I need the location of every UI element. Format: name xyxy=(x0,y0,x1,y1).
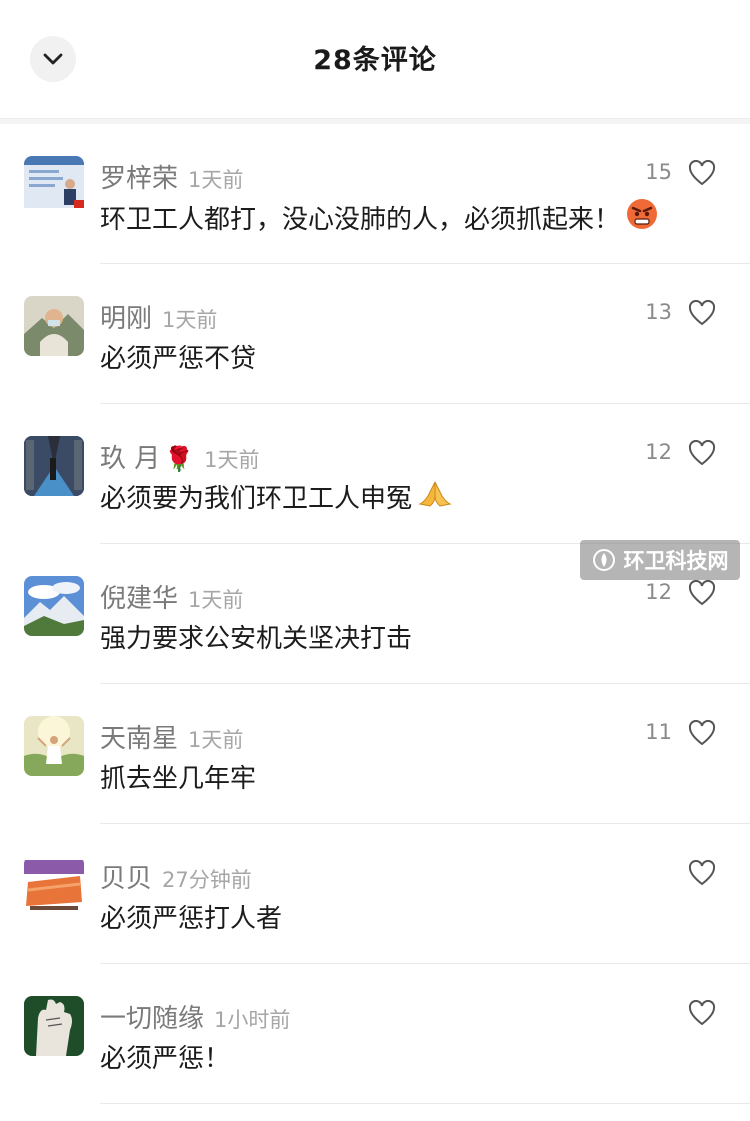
angry-face-emoji xyxy=(626,198,658,237)
page-title: 28条评论 xyxy=(313,45,437,76)
username[interactable]: 罗梓荣 xyxy=(100,158,178,195)
comment-text: 必须严惩打人者 xyxy=(100,898,282,935)
rose-emoji: 🌹 xyxy=(164,445,195,473)
comment-list: 罗梓荣 1天前 环卫工人都打，没心没肺的人，必须抓起来！ 15 明刚 1天前 必… xyxy=(0,124,750,1104)
heart-icon[interactable] xyxy=(688,580,716,606)
heart-icon[interactable] xyxy=(688,440,716,466)
avatar[interactable] xyxy=(24,436,84,496)
comment-item: 罗梓荣 1天前 环卫工人都打，没心没肺的人，必须抓起来！ 15 xyxy=(0,124,750,264)
divider xyxy=(100,1103,750,1104)
username[interactable]: 玖 月 xyxy=(100,438,160,475)
comment-text: 环卫工人都打，没心没肺的人，必须抓起来！ xyxy=(100,198,658,237)
username[interactable]: 倪建华 xyxy=(100,578,178,615)
comment-body: 必须严惩打人者 xyxy=(100,904,283,934)
heart-icon[interactable] xyxy=(688,160,716,186)
comment-text: 必须严惩不贷 xyxy=(100,338,256,375)
avatar[interactable] xyxy=(24,856,84,916)
like-count: 12 xyxy=(645,580,672,604)
heart-icon[interactable] xyxy=(688,300,716,326)
comment-item: 一切随缘 1小时前 必须严惩！ xyxy=(0,964,750,1104)
heart-icon[interactable] xyxy=(688,720,716,746)
comment-item: 明刚 1天前 必须严惩不贷 13 xyxy=(0,264,750,404)
like-count: 12 xyxy=(645,440,672,464)
username[interactable]: 一切随缘 xyxy=(100,998,204,1035)
comment-item: 天南星 1天前 抓去坐几年牢 11 xyxy=(0,684,750,824)
comment-body: 环卫工人都打，没心没肺的人，必须抓起来！ xyxy=(100,205,621,235)
avatar[interactable] xyxy=(24,996,84,1056)
comments-header: 28条评论 xyxy=(0,0,750,119)
avatar[interactable] xyxy=(24,296,84,356)
comment-body: 必须要为我们环卫工人申冤 xyxy=(100,484,413,514)
comment-text: 必须严惩！ xyxy=(100,1038,230,1075)
comment-text: 抓去坐几年牢 xyxy=(100,758,256,795)
folded-hands-emoji xyxy=(418,478,452,515)
comment-body: 抓去坐几年牢 xyxy=(100,764,257,794)
comment-time: 1天前 xyxy=(162,308,218,332)
comment-text: 强力要求公安机关坚决打击 xyxy=(100,618,412,655)
comment-body: 必须严惩！ xyxy=(100,1044,231,1074)
comment-time: 1天前 xyxy=(204,448,260,472)
username[interactable]: 贝贝 xyxy=(100,858,152,895)
avatar[interactable] xyxy=(24,576,84,636)
comment-time: 27分钟前 xyxy=(162,868,252,892)
avatar[interactable] xyxy=(24,156,84,216)
comment-body: 必须严惩不贷 xyxy=(100,344,257,374)
comment-time: 1天前 xyxy=(188,728,244,752)
watermark: 环卫科技网 xyxy=(580,540,740,580)
username[interactable]: 天南星 xyxy=(100,718,178,755)
comment-text: 必须要为我们环卫工人申冤 xyxy=(100,478,452,515)
comment-time: 1小时前 xyxy=(214,1008,291,1032)
like-count: 11 xyxy=(645,720,672,744)
like-count: 13 xyxy=(645,300,672,324)
watermark-logo-icon xyxy=(592,549,615,571)
watermark-text: 环卫科技网 xyxy=(623,549,729,573)
heart-icon[interactable] xyxy=(688,1000,716,1026)
username[interactable]: 明刚 xyxy=(100,298,152,335)
comment-body: 强力要求公安机关坚决打击 xyxy=(100,624,413,654)
comment-item: 玖 月 🌹 1天前 必须要为我们环卫工人申冤 12 xyxy=(0,404,750,544)
comment-time: 1天前 xyxy=(188,588,244,612)
avatar[interactable] xyxy=(24,716,84,776)
comment-time: 1天前 xyxy=(188,168,244,192)
like-count: 15 xyxy=(645,160,672,184)
comment-item: 贝贝 27分钟前 必须严惩打人者 xyxy=(0,824,750,964)
heart-icon[interactable] xyxy=(688,860,716,886)
